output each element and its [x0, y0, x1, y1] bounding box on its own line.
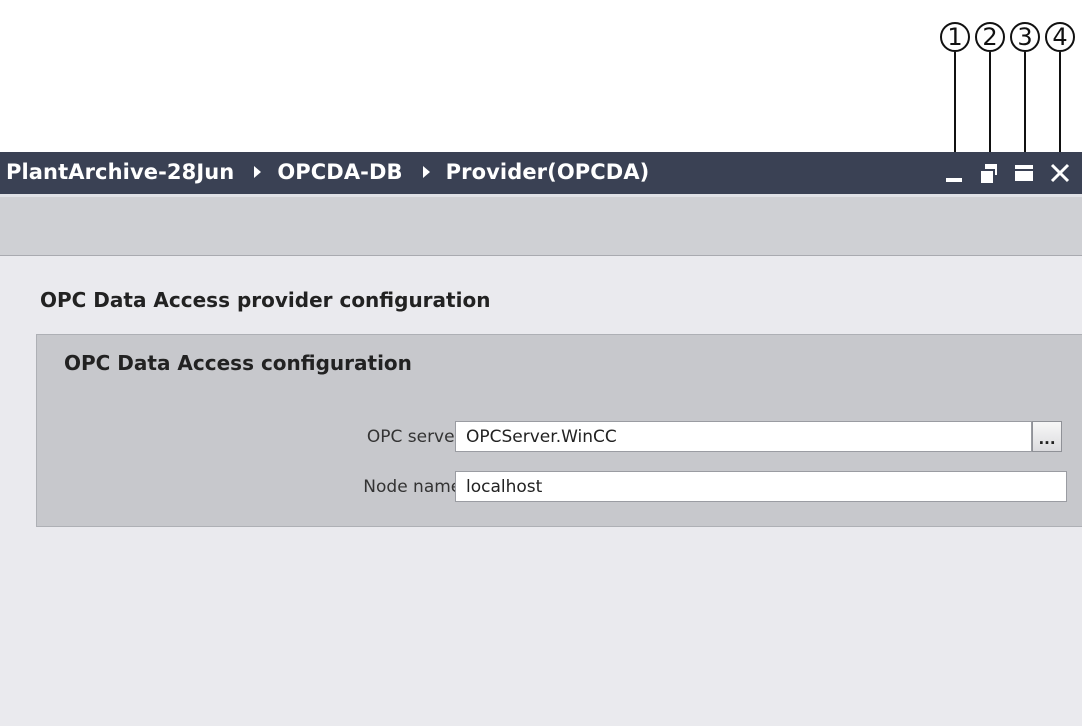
browse-server-button[interactable]: ... [1032, 421, 1062, 452]
callout-row: 1 2 3 4 [0, 22, 1082, 174]
breadcrumb: PlantArchive-28Jun OPCDA-DB Provider(OPC… [6, 160, 649, 184]
maximize-button[interactable] [1013, 162, 1035, 184]
minimize-icon [946, 178, 962, 182]
screenshot-stage: 1 2 3 4 PlantArchive-28Jun OPCDA-DB Prov… [0, 0, 1082, 726]
node-name-label: Node name: [363, 477, 467, 497]
callout-1: 1 [940, 22, 970, 52]
toolbar-strip [0, 197, 1082, 256]
breadcrumb-item-archive[interactable]: PlantArchive-28Jun [6, 160, 234, 184]
maximize-icon [1015, 165, 1033, 181]
close-button[interactable] [1049, 162, 1071, 184]
callout-4: 4 [1045, 22, 1075, 52]
callout-2: 2 [975, 22, 1005, 52]
opc-server-label: OPC server: [366, 427, 467, 447]
content-area: OPC Data Access provider configuration O… [0, 256, 1082, 726]
editor-window: PlantArchive-28Jun OPCDA-DB Provider(OPC… [0, 152, 1082, 726]
breadcrumb-item-database[interactable]: OPCDA-DB [277, 160, 402, 184]
close-icon [1050, 163, 1070, 183]
minimize-button[interactable] [944, 162, 966, 184]
callout-3: 3 [1010, 22, 1040, 52]
restore-button[interactable] [979, 162, 1001, 184]
window-titlebar: PlantArchive-28Jun OPCDA-DB Provider(OPC… [0, 152, 1082, 197]
group-title: OPC Data Access configuration [64, 351, 412, 375]
breadcrumb-arrow-icon [254, 166, 262, 178]
opc-config-group: OPC Data Access configuration OPC server… [36, 334, 1082, 527]
node-name-input[interactable] [455, 471, 1067, 502]
section-title: OPC Data Access provider configuration [40, 288, 491, 312]
breadcrumb-item-provider[interactable]: Provider(OPCDA) [446, 160, 650, 184]
breadcrumb-arrow-icon [422, 166, 430, 178]
opc-server-input[interactable] [455, 421, 1032, 452]
